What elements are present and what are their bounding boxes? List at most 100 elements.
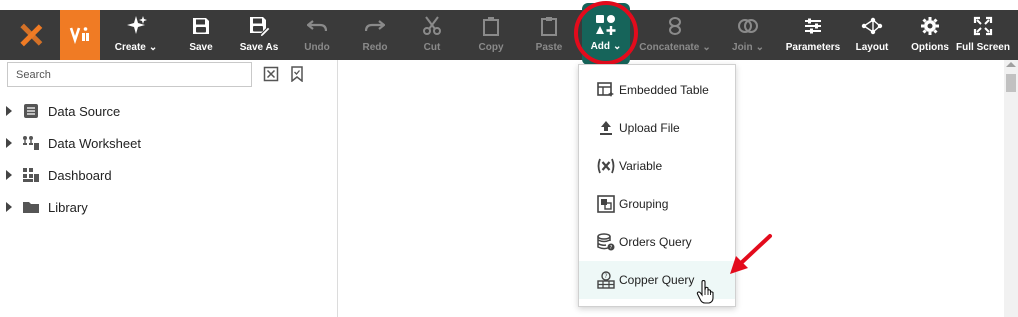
add-icon	[595, 13, 617, 37]
tree-item-label: Dashboard	[48, 167, 112, 183]
join-icon	[737, 14, 759, 38]
vs-logo-icon	[69, 27, 89, 45]
save-as-label: Save As	[239, 42, 279, 53]
tree-item-label: Library	[48, 199, 88, 215]
dashboard-icon	[21, 165, 41, 185]
svg-text:?: ?	[604, 273, 607, 280]
data-source-icon	[21, 101, 41, 121]
create-icon	[125, 14, 147, 38]
add-button[interactable]: Add ⌄	[582, 3, 630, 65]
gear-icon	[920, 14, 940, 38]
menu-item-embedded-table[interactable]: Embedded Table	[579, 71, 735, 109]
copy-button[interactable]: Copy	[474, 10, 508, 60]
folder-icon	[21, 197, 41, 217]
undo-button[interactable]: Undo	[300, 10, 334, 60]
layout-label: Layout	[855, 42, 889, 53]
concatenate-label: Concatenate	[639, 42, 700, 53]
save-icon	[191, 14, 211, 38]
tree-item-data-source[interactable]: Data Source	[0, 95, 336, 127]
concatenate-icon	[668, 14, 682, 38]
caret-right-icon[interactable]	[6, 138, 12, 148]
fullscreen-button[interactable]: Full Screen	[956, 10, 1010, 60]
chevron-down-icon: ⌄	[702, 42, 711, 53]
caret-right-icon[interactable]	[6, 170, 12, 180]
search-input[interactable]	[7, 62, 252, 87]
paste-button[interactable]: Paste	[532, 10, 566, 60]
panel-divider[interactable]	[337, 60, 338, 317]
create-button[interactable]: Create ⌄	[110, 10, 162, 60]
menu-item-label: Variable	[619, 159, 663, 173]
options-button[interactable]: Options	[910, 10, 950, 60]
menu-item-orders-query[interactable]: ? Orders Query	[579, 223, 735, 261]
variable-icon	[596, 156, 616, 176]
redo-icon	[365, 14, 385, 38]
concatenate-button[interactable]: Concatenate ⌄	[638, 10, 712, 60]
cut-icon	[423, 14, 441, 38]
create-label: Create	[114, 42, 146, 53]
tree-item-label: Data Source	[48, 103, 121, 119]
cut-button[interactable]: Cut	[416, 10, 448, 60]
grouping-icon	[596, 194, 616, 214]
scrollbar-thumb[interactable]	[1006, 74, 1016, 92]
parameters-button[interactable]: Parameters	[784, 10, 842, 60]
fullscreen-icon	[973, 14, 993, 38]
parameters-icon	[803, 14, 823, 38]
fullscreen-label: Full Screen	[956, 42, 1010, 53]
tree-item-label: Data Worksheet	[48, 135, 141, 151]
paste-label: Paste	[535, 42, 563, 53]
copy-icon	[482, 14, 500, 38]
clear-filter-button[interactable]	[261, 64, 281, 84]
database-query-icon: ?	[596, 232, 616, 252]
caret-right-icon[interactable]	[6, 202, 12, 212]
asset-tree: Data Source Data Worksheet Dashboard Lib…	[0, 95, 336, 223]
data-worksheet-icon	[21, 133, 41, 153]
svg-text:?: ?	[610, 245, 613, 251]
options-label: Options	[911, 42, 949, 53]
paste-icon	[540, 14, 558, 38]
menu-item-label: Grouping	[619, 197, 669, 211]
menu-item-variable[interactable]: Variable	[579, 147, 735, 185]
tree-item-data-worksheet[interactable]: Data Worksheet	[0, 127, 336, 159]
upload-icon	[596, 118, 616, 138]
add-label: Add	[590, 41, 611, 52]
add-dropdown-menu: Embedded Table Upload File Variable Grou…	[578, 64, 736, 307]
save-as-button[interactable]: Save As	[238, 10, 280, 60]
chevron-down-icon: ⌄	[755, 42, 764, 53]
parameters-label: Parameters	[785, 42, 841, 53]
hand-cursor-icon	[696, 280, 714, 304]
undo-label: Undo	[304, 42, 330, 53]
join-label: Join	[732, 42, 753, 53]
chevron-down-icon: ⌄	[148, 42, 158, 53]
save-label: Save	[189, 42, 213, 53]
menu-item-label: Orders Query	[619, 235, 692, 249]
join-button[interactable]: Join ⌄	[730, 10, 766, 60]
copy-label: Copy	[478, 42, 504, 53]
embedded-table-icon	[596, 80, 616, 100]
menu-item-label: Embedded Table	[619, 83, 709, 97]
bookmark-button[interactable]	[287, 64, 307, 84]
layout-button[interactable]: Layout	[854, 10, 890, 60]
save-button[interactable]: Save	[184, 10, 218, 60]
tools-logo-icon	[20, 23, 43, 47]
menu-item-label: Upload File	[619, 121, 680, 135]
chevron-down-icon: ⌄	[613, 41, 622, 52]
tree-item-library[interactable]: Library	[0, 191, 336, 223]
visual-composer-logo[interactable]	[60, 10, 100, 60]
query-table-icon: ?	[596, 270, 616, 290]
app-logo[interactable]	[8, 10, 54, 60]
menu-item-grouping[interactable]: Grouping	[579, 185, 735, 223]
cut-label: Cut	[423, 42, 441, 53]
bookmark-icon	[291, 66, 303, 82]
menu-item-upload-file[interactable]: Upload File	[579, 109, 735, 147]
menu-item-label: Copper Query	[619, 273, 695, 287]
redo-button[interactable]: Redo	[358, 10, 392, 60]
undo-icon	[307, 14, 327, 38]
save-as-icon	[248, 14, 270, 38]
tree-item-dashboard[interactable]: Dashboard	[0, 159, 336, 191]
scroll-up-arrow-icon[interactable]	[1006, 62, 1016, 67]
caret-right-icon[interactable]	[6, 106, 12, 116]
vertical-scrollbar[interactable]	[1004, 60, 1018, 317]
close-box-icon	[263, 66, 279, 82]
layout-icon	[861, 14, 883, 38]
redo-label: Redo	[362, 42, 388, 53]
